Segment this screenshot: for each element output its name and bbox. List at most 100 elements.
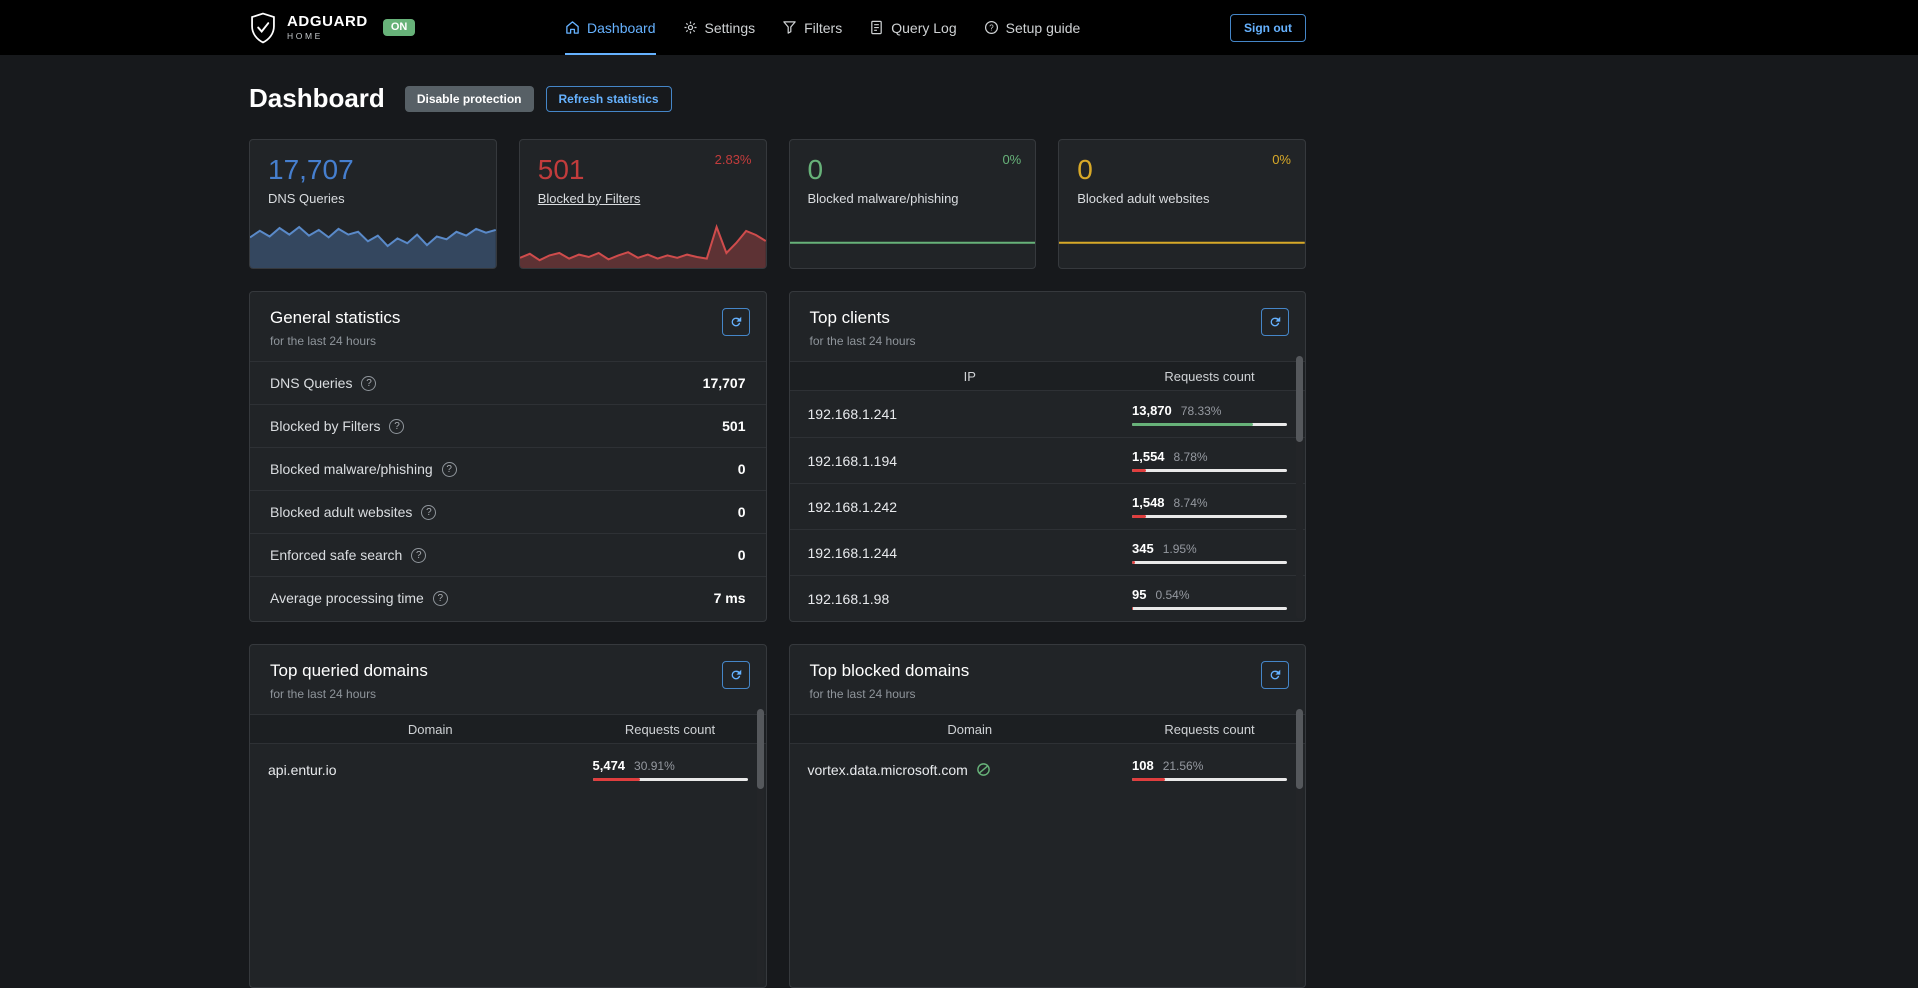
- refresh-statistics-button[interactable]: Refresh statistics: [546, 86, 672, 112]
- brand[interactable]: ADGUARD HOME ON: [249, 12, 415, 44]
- table-header: Domain Requests count: [250, 714, 766, 744]
- request-count: 108: [1132, 758, 1154, 773]
- stat-card-row: 17,707 DNS Queries 2.83% 501 Blocked by …: [249, 139, 1306, 269]
- nav-item-setup-guide[interactable]: ? Setup guide: [984, 0, 1081, 55]
- dns-queries-sparkline: [250, 222, 496, 268]
- domain-name[interactable]: api.entur.io: [268, 762, 593, 778]
- top-blocked-table: vortex.data.microsoft.com 10821.56%: [790, 744, 1306, 795]
- stat-row-label: Blocked by Filters: [270, 418, 380, 434]
- scrollbar-thumb[interactable]: [1296, 356, 1303, 442]
- client-row: 192.168.1.98 950.54%: [790, 575, 1306, 621]
- main-nav: Dashboard Settings Filters: [415, 0, 1230, 55]
- stat-card-blocked-malware: 0% 0 Blocked malware/phishing: [789, 139, 1037, 269]
- svg-text:?: ?: [989, 23, 994, 32]
- stat-row-value: 17,707: [703, 375, 746, 391]
- domain-row: api.entur.io 5,474 30.91%: [250, 744, 766, 795]
- card-subtitle: for the last 24 hours: [270, 687, 746, 701]
- refresh-card-button[interactable]: [1261, 308, 1289, 336]
- client-row: 192.168.1.242 1,5488.74%: [790, 483, 1306, 529]
- nav-item-dashboard[interactable]: Dashboard: [565, 0, 656, 55]
- nav-item-settings[interactable]: Settings: [683, 0, 756, 55]
- stat-label: Blocked malware/phishing: [790, 186, 1036, 206]
- stat-row-value: 501: [722, 418, 745, 434]
- general-statistics-list: DNS Queries? 17,707 Blocked by Filters? …: [250, 361, 766, 619]
- stat-row-value: 7 ms: [714, 590, 746, 606]
- card-subtitle: for the last 24 hours: [810, 687, 1286, 701]
- client-ip[interactable]: 192.168.1.194: [808, 453, 1133, 469]
- column-header-requests: Requests count: [1132, 369, 1287, 384]
- blocked-malware-sparkline: [790, 222, 1036, 268]
- stat-row: Enforced safe search? 0: [250, 533, 766, 576]
- progress-bar: [1132, 778, 1287, 781]
- column-header-requests: Requests count: [1132, 722, 1287, 737]
- request-percent: 30.91%: [634, 759, 675, 773]
- progress-bar-fill: [1132, 561, 1135, 564]
- nav-item-query-log[interactable]: Query Log: [869, 0, 956, 55]
- refresh-card-button[interactable]: [722, 661, 750, 689]
- help-icon[interactable]: ?: [433, 591, 448, 606]
- filter-icon: [782, 20, 797, 35]
- request-count: 13,870: [1132, 403, 1172, 418]
- scrollbar-track: [1296, 355, 1303, 619]
- page-header: Dashboard Disable protection Refresh sta…: [249, 83, 1306, 114]
- request-count: 5,474: [593, 758, 626, 773]
- table-header: Domain Requests count: [790, 714, 1306, 744]
- top-queried-table: api.entur.io 5,474 30.91%: [250, 744, 766, 795]
- scrollbar-track: [757, 708, 764, 985]
- help-icon[interactable]: ?: [389, 419, 404, 434]
- client-ip[interactable]: 192.168.1.244: [808, 545, 1133, 561]
- brand-name: ADGUARD: [287, 14, 368, 29]
- client-ip[interactable]: 192.168.1.98: [808, 591, 1133, 607]
- dashboard-icon: [565, 20, 580, 35]
- progress-bar: [1132, 607, 1287, 610]
- refresh-icon: [729, 668, 743, 682]
- nav-item-filters[interactable]: Filters: [782, 0, 842, 55]
- refresh-card-button[interactable]: [1261, 661, 1289, 689]
- domain-row: vortex.data.microsoft.com 10821.56%: [790, 744, 1306, 795]
- client-row: 192.168.1.244 3451.95%: [790, 529, 1306, 575]
- request-count: 345: [1132, 541, 1154, 556]
- help-icon[interactable]: ?: [442, 462, 457, 477]
- stat-percent: 0%: [1002, 152, 1021, 167]
- card-title: Top queried domains: [270, 661, 746, 681]
- scrollbar-track: [1296, 708, 1303, 985]
- progress-bar: [1132, 515, 1287, 518]
- client-row: 192.168.1.241 13,870 78.33%: [790, 391, 1306, 437]
- nav-label: Filters: [804, 20, 842, 36]
- stat-row: DNS Queries? 17,707: [250, 361, 766, 404]
- help-icon[interactable]: ?: [361, 376, 376, 391]
- stat-row-label: Blocked malware/phishing: [270, 461, 433, 477]
- stat-value: 17,707: [250, 140, 496, 186]
- help-icon[interactable]: ?: [421, 505, 436, 520]
- blocked-filters-sparkline: [520, 222, 766, 268]
- stat-percent: 0%: [1272, 152, 1291, 167]
- scrollbar-thumb[interactable]: [1296, 709, 1303, 789]
- progress-bar-fill: [1132, 607, 1133, 610]
- help-circle-icon: ?: [984, 20, 999, 35]
- domain-name[interactable]: vortex.data.microsoft.com: [808, 762, 968, 778]
- column-header-ip: IP: [808, 369, 1133, 384]
- stat-row-value: 0: [738, 504, 746, 520]
- stat-label: Blocked adult websites: [1059, 186, 1305, 206]
- refresh-card-button[interactable]: [722, 308, 750, 336]
- blocked-by-filters-link[interactable]: Blocked by Filters: [520, 186, 766, 206]
- column-header-domain: Domain: [808, 722, 1133, 737]
- stat-row: Blocked adult websites? 0: [250, 490, 766, 533]
- client-ip[interactable]: 192.168.1.241: [808, 406, 1133, 422]
- progress-bar: [1132, 469, 1287, 472]
- refresh-icon: [1268, 315, 1282, 329]
- client-ip[interactable]: 192.168.1.242: [808, 499, 1133, 515]
- table-header: IP Requests count: [790, 361, 1306, 391]
- request-percent: 78.33%: [1181, 404, 1222, 418]
- request-percent: 8.78%: [1174, 450, 1208, 464]
- scrollbar-thumb[interactable]: [757, 709, 764, 789]
- request-percent: 0.54%: [1155, 588, 1189, 602]
- help-icon[interactable]: ?: [411, 548, 426, 563]
- card-title: General statistics: [270, 308, 746, 328]
- card-subtitle: for the last 24 hours: [270, 334, 746, 348]
- stat-label: DNS Queries: [250, 186, 496, 206]
- stat-value: 0: [1059, 140, 1305, 186]
- sign-out-button[interactable]: Sign out: [1230, 14, 1306, 42]
- disable-protection-button[interactable]: Disable protection: [405, 86, 534, 112]
- stat-card-blocked-adult: 0% 0 Blocked adult websites: [1058, 139, 1306, 269]
